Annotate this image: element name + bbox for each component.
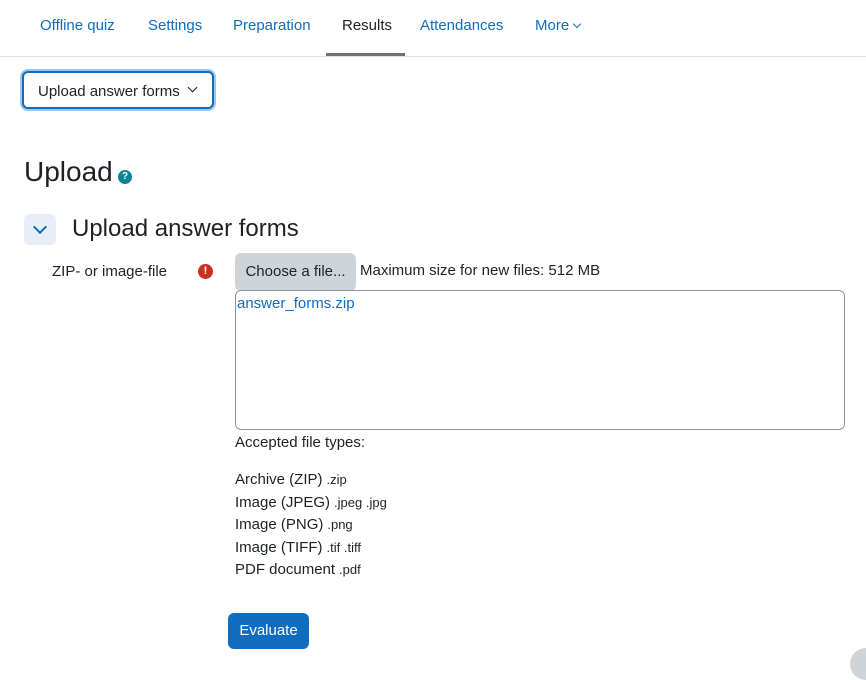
exclamation-icon: ! (198, 264, 213, 279)
type-extension: .tif .tiff (326, 539, 361, 555)
tab-results[interactable]: Results (342, 0, 392, 56)
tab-more[interactable]: More (535, 0, 582, 56)
file-drop-area[interactable]: answer_forms.zip (235, 290, 845, 430)
tab-attendances[interactable]: Attendances (420, 0, 503, 56)
type-extension: .zip (326, 472, 347, 487)
type-name: Image (JPEG) (235, 493, 331, 511)
accepted-types-label: Accepted file types: (235, 434, 366, 451)
tab-offline-quiz[interactable]: Offline quiz (40, 0, 115, 56)
tab-preparation[interactable]: Preparation (233, 0, 311, 56)
type-name: Archive (ZIP) (235, 471, 323, 488)
action-select-value: Upload answer forms (38, 83, 180, 100)
question-icon[interactable]: ? (118, 170, 132, 184)
type-extension: .jpeg .jpg (334, 494, 387, 510)
file-field-label: ZIP- or image-file (52, 263, 168, 280)
tab-more-label: More (535, 17, 570, 34)
chevron-down-icon (32, 219, 48, 235)
list-item: Image (JPEG) .jpeg .jpg (235, 494, 387, 517)
page-title: Upload (24, 156, 113, 187)
file-link[interactable]: answer_forms.zip (237, 295, 355, 312)
evaluate-button[interactable]: Evaluate (228, 613, 309, 649)
type-extension: .pdf (339, 562, 361, 578)
choose-file-button[interactable]: Choose a file... (235, 253, 356, 291)
active-tab-indicator (326, 53, 405, 56)
footer-help-button[interactable] (850, 648, 866, 680)
section-title: Upload answer forms (72, 215, 299, 242)
tab-settings[interactable]: Settings (148, 0, 202, 56)
type-name: Image (TIFF) (235, 538, 323, 556)
list-item: Image (TIFF) .tif .tiff (235, 539, 387, 562)
action-select[interactable]: Upload answer forms (22, 71, 214, 109)
section-collapse-button[interactable] (24, 214, 56, 245)
type-name: PDF document (235, 561, 336, 579)
list-item: PDF document .pdf (235, 561, 387, 584)
type-name: Image (PNG) (235, 516, 324, 534)
max-file-size: Maximum size for new files: 512 MB (360, 262, 601, 279)
secondary-navigation: Offline quiz Settings Preparation Result… (0, 0, 866, 57)
chevron-down-icon (187, 82, 198, 93)
list-item: Image (PNG) .png (235, 516, 387, 539)
chevron-down-icon (572, 19, 582, 29)
list-item: Archive (ZIP) .zip (235, 471, 387, 494)
accepted-types-list: Archive (ZIP) .zip Image (JPEG) .jpeg .jpg… (235, 471, 387, 584)
type-extension: .png (327, 517, 353, 533)
